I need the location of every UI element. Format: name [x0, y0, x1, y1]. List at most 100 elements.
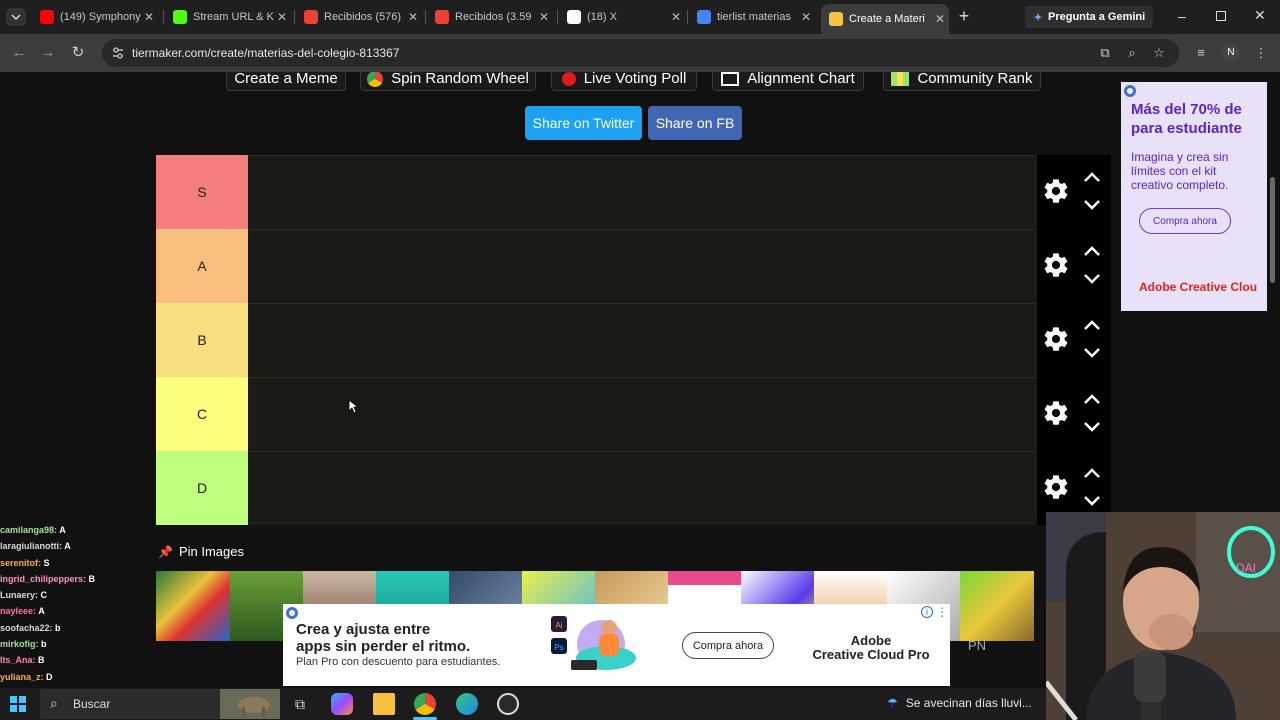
tab-2[interactable]: Recibidos (576) ✕ — [296, 4, 422, 30]
tab-3[interactable]: Recibidos (3.59 ✕ — [427, 4, 553, 30]
chevron-down-icon[interactable] — [1083, 421, 1101, 433]
adchoices-icon[interactable] — [1123, 84, 1137, 98]
gear-icon[interactable] — [1042, 177, 1070, 205]
side-ad-buy-button[interactable]: Compra ahora — [1139, 208, 1231, 234]
new-tab-button[interactable]: + — [956, 7, 972, 25]
chevron-up-icon[interactable] — [1083, 467, 1101, 479]
chevron-up-icon[interactable] — [1083, 319, 1101, 331]
tier-label[interactable]: B — [156, 303, 248, 377]
gear-icon[interactable] — [1042, 473, 1070, 501]
pin-icon: 📌 — [158, 544, 173, 559]
weather-widget[interactable]: ☂ Se avecinan días lluvi... — [887, 696, 1032, 710]
bookmark-star-icon[interactable]: ☆ — [1149, 43, 1169, 63]
restore-button[interactable] — [1216, 11, 1226, 21]
tab-separator — [687, 10, 688, 24]
copilot-icon[interactable] — [331, 693, 353, 715]
tab-6[interactable]: Create a Materi ✕ — [821, 4, 949, 34]
page-scrollbar[interactable] — [1270, 177, 1275, 283]
close-tab-icon[interactable]: ✕ — [935, 12, 945, 26]
create-meme-button[interactable]: Create a Meme — [226, 72, 346, 91]
taskbar-search[interactable]: ⌕ Buscar — [40, 689, 280, 719]
chevron-down-icon[interactable] — [1083, 199, 1101, 211]
close-tab-icon[interactable]: ✕ — [144, 10, 154, 24]
tier-label[interactable]: D — [156, 451, 248, 525]
reading-list-icon[interactable]: ≡ — [1191, 43, 1211, 63]
item-image[interactable] — [960, 571, 1034, 641]
gemini-button[interactable]: Pregunta a Gemini — [1025, 6, 1153, 28]
bottom-ad-buy-button[interactable]: Compra ahora — [682, 632, 774, 659]
browser-menu-icon[interactable]: ⋮ — [1251, 43, 1271, 63]
tab-5[interactable]: tierlist materias ✕ — [689, 4, 815, 30]
tier-drop-zone[interactable] — [248, 303, 1037, 377]
close-tab-icon[interactable]: ✕ — [671, 10, 681, 24]
obs-icon[interactable] — [497, 693, 519, 715]
share-fb-button[interactable]: Share on FB — [648, 106, 742, 140]
share-twitter-button[interactable]: Share on Twitter — [525, 106, 642, 140]
tab-4[interactable]: (18) X ✕ — [559, 4, 685, 30]
close-tab-icon[interactable]: ✕ — [801, 10, 811, 24]
bottom-ad-brand-1: Adobe — [850, 633, 892, 648]
translate-icon[interactable]: ⧉ — [1095, 43, 1115, 63]
tier-label[interactable]: S — [156, 155, 248, 229]
zoom-icon[interactable]: ⌕ — [1122, 43, 1142, 63]
chat-username: nayleee: — [0, 606, 37, 617]
community-rank-button[interactable]: Community Rank — [883, 72, 1041, 91]
chevron-up-icon[interactable] — [1083, 245, 1101, 257]
tier-drop-zone[interactable] — [248, 155, 1037, 229]
chat-message: soofacha22: b — [0, 620, 160, 636]
back-button[interactable]: ← — [9, 43, 29, 63]
tab-0[interactable]: (149) Symphony ✕ — [32, 4, 158, 30]
close-tab-icon[interactable]: ✕ — [408, 10, 418, 24]
tab-1[interactable]: Stream URL & K ✕ — [165, 4, 291, 30]
windows-start-icon[interactable] — [10, 696, 32, 718]
edge-icon[interactable] — [456, 693, 478, 715]
adchoices-icon[interactable] — [285, 606, 299, 620]
tier-label-text: S — [197, 184, 207, 200]
close-window-button[interactable]: ✕ — [1254, 7, 1268, 23]
site-info-icon[interactable] — [111, 46, 125, 60]
chrome-icon[interactable] — [414, 693, 436, 715]
alignment-chart-button[interactable]: Alignment Chart — [712, 72, 864, 91]
tier-label[interactable]: A — [156, 229, 248, 303]
close-tab-icon[interactable]: ✕ — [277, 10, 287, 24]
file-explorer-icon[interactable] — [373, 693, 395, 715]
tier-label[interactable]: C — [156, 377, 248, 451]
profile-avatar[interactable]: N — [1222, 44, 1240, 62]
chevron-up-icon[interactable] — [1083, 393, 1101, 405]
side-advertisement[interactable]: Más del 70% de para estudiante Imagina y… — [1121, 82, 1267, 311]
chat-username: yuliana_z: — [0, 671, 44, 682]
chat-username: ingrid_chilipeppers: — [0, 573, 87, 584]
tier-drop-zone[interactable] — [248, 451, 1037, 525]
ad-close-icon[interactable]: ⋮ — [936, 605, 948, 619]
tier-controls — [1037, 229, 1111, 303]
gear-icon[interactable] — [1042, 251, 1070, 279]
task-view-icon[interactable]: ⧉ — [289, 693, 311, 715]
pin-images-row[interactable]: 📌 Pin Images — [158, 544, 244, 559]
bottom-advertisement[interactable]: i ⋮ Crea y ajusta entre apps sin perder … — [283, 604, 950, 686]
reload-button[interactable]: ↻ — [68, 43, 88, 63]
forward-button[interactable]: → — [38, 43, 58, 63]
chevron-down-icon[interactable] — [1083, 273, 1101, 285]
tab-title: Recibidos (3.59 — [455, 11, 532, 23]
tier-drop-zone[interactable] — [248, 377, 1037, 451]
ad-info-icon[interactable]: i — [921, 606, 933, 618]
tiermaker-icon — [829, 12, 843, 26]
svg-text:DAI: DAI — [1236, 561, 1256, 575]
live-poll-button[interactable]: Live Voting Poll — [551, 72, 697, 91]
chat-text: A — [64, 541, 71, 552]
spin-wheel-button[interactable]: Spin Random Wheel — [360, 72, 536, 91]
tier-drop-zone[interactable] — [248, 229, 1037, 303]
omnibox[interactable]: tiermaker.com/create/materias-del-colegi… — [102, 39, 1179, 67]
gear-icon[interactable] — [1042, 325, 1070, 353]
chevron-down-icon[interactable] — [1083, 347, 1101, 359]
tab-search-dropdown[interactable] — [6, 8, 26, 26]
close-tab-icon[interactable]: ✕ — [539, 10, 549, 24]
minimize-button[interactable]: – — [1178, 8, 1192, 24]
spin-wheel-label: Spin Random Wheel — [391, 72, 529, 87]
item-image[interactable] — [156, 571, 230, 641]
rank-icon — [891, 72, 910, 86]
gear-icon[interactable] — [1042, 399, 1070, 427]
chevron-up-icon[interactable] — [1083, 171, 1101, 183]
chevron-down-icon[interactable] — [1083, 495, 1101, 507]
chat-text: C — [40, 590, 48, 601]
